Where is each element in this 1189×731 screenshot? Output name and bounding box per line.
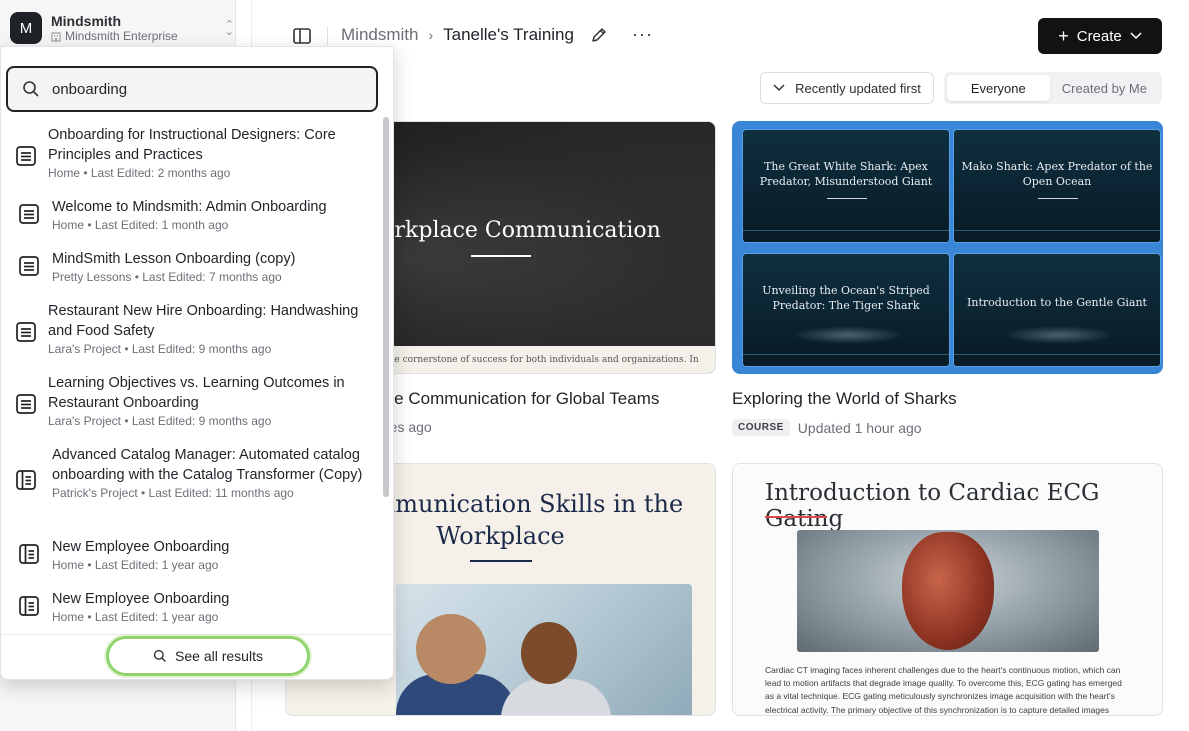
- result-title: Onboarding for Instructional Designers: …: [48, 127, 336, 163]
- create-button[interactable]: + Create: [1038, 18, 1162, 54]
- card-updated: Updated 1 hour ago: [797, 419, 922, 436]
- thumbnail-body: Cardiac CT imaging faces inherent challe…: [765, 665, 1122, 715]
- card-thumbnail: Introduction to Cardiac ECG Gating Cardi…: [732, 463, 1163, 716]
- content-card[interactable]: Introduction to Cardiac ECG Gating Cardi…: [732, 463, 1163, 716]
- lesson-icon: [16, 146, 36, 166]
- slide-title: The Great White Shark: Apex Predator, Mi…: [759, 160, 933, 188]
- chevron-right-icon: ›: [428, 27, 434, 43]
- see-all-label: See all results: [175, 648, 263, 664]
- content-card[interactable]: The Great White Shark: Apex Predator, Mi…: [732, 121, 1163, 436]
- search-icon: [23, 81, 39, 97]
- sort-dropdown[interactable]: Recently updated first: [760, 72, 934, 104]
- result-meta: Patrick's Project • Last Edited: 11 mont…: [52, 486, 294, 500]
- result-title: Welcome to Mindsmith: Admin Onboarding: [52, 199, 327, 215]
- card-title: place Communication for Global Teams: [363, 389, 660, 408]
- filter-created-by-me[interactable]: Created by Me: [1050, 75, 1159, 101]
- slide-preview: Introduction to the Gentle Giant: [953, 253, 1161, 367]
- card-thumbnail: The Great White Shark: Apex Predator, Mi…: [732, 121, 1163, 374]
- result-meta: Lara's Project • Last Edited: 9 months a…: [48, 342, 272, 356]
- pencil-icon[interactable]: [590, 26, 608, 44]
- heading-underline: [765, 516, 827, 518]
- more-options-icon[interactable]: ···: [632, 24, 653, 45]
- result-title: MindSmith Lesson Onboarding (copy): [52, 251, 296, 267]
- course-badge: COURSE: [732, 419, 790, 436]
- create-label: Create: [1076, 27, 1122, 45]
- sort-label: Recently updated first: [795, 80, 921, 96]
- lesson-icon: [16, 394, 36, 414]
- result-title: New Employee Onboarding: [52, 591, 230, 607]
- result-title: Restaurant New Hire Onboarding: Handwash…: [48, 303, 359, 339]
- result-meta: Pretty Lessons • Last Edited: 7 months a…: [52, 270, 282, 284]
- people-photo: [396, 584, 692, 715]
- sort-filter-bar: Recently updated first Everyone Created …: [760, 72, 1162, 104]
- search-dropdown: Onboarding for Instructional Designers: …: [0, 46, 394, 680]
- course-icon: [19, 544, 39, 564]
- card-meta: COURSE Updated 1 hour ago: [732, 419, 1163, 436]
- search-input[interactable]: [52, 80, 342, 98]
- course-icon: [19, 596, 39, 616]
- slide-preview: Mako Shark: Apex Predator of the Open Oc…: [953, 129, 1161, 243]
- chevron-down-icon: [773, 84, 785, 92]
- result-meta: Home • Last Edited: 1 year ago: [52, 610, 219, 624]
- slide-footer: [954, 354, 1160, 366]
- shark-image: [1004, 326, 1114, 344]
- app-window: M Mindsmith Mindsmith Enterprise ⌃ ⌄ Mind…: [0, 0, 1189, 731]
- card-meta: utes ago: [378, 419, 716, 435]
- card-title: Exploring the World of Sharks: [732, 389, 957, 408]
- heart-image: [797, 530, 1099, 652]
- slide-footer: [954, 230, 1160, 242]
- breadcrumb: Mindsmith › Tanelle's Training: [341, 25, 608, 45]
- lesson-icon: [19, 256, 39, 276]
- search-results: Onboarding for Instructional Designers: …: [1, 123, 381, 633]
- slide-preview: The Great White Shark: Apex Predator, Mi…: [742, 129, 950, 243]
- workspace-switcher[interactable]: M Mindsmith Mindsmith Enterprise ⌃ ⌄: [8, 10, 236, 46]
- chevron-down-icon: [1130, 32, 1142, 40]
- slide-underline: [827, 198, 867, 199]
- search-field[interactable]: [6, 66, 378, 112]
- divider: [1, 634, 393, 635]
- building-icon: [51, 32, 61, 42]
- result-meta: Home • Last Edited: 2 months ago: [48, 166, 231, 180]
- lesson-icon: [19, 204, 39, 224]
- slide-underline: [1038, 198, 1078, 199]
- slide-footer: [743, 354, 949, 366]
- owner-filter: Everyone Created by Me: [943, 72, 1162, 104]
- see-all-results-button[interactable]: See all results: [106, 636, 310, 676]
- thumbnail-heading: Introduction to Cardiac ECG Gating: [765, 480, 1100, 532]
- heading-underline: [471, 255, 531, 257]
- result-meta: Lara's Project • Last Edited: 9 months a…: [48, 414, 272, 428]
- workspace-plan: Mindsmith Enterprise: [65, 28, 178, 43]
- lesson-icon: [16, 322, 36, 342]
- divider: [327, 26, 328, 46]
- filter-everyone[interactable]: Everyone: [946, 75, 1050, 101]
- shark-image: [793, 326, 903, 344]
- slide-footer: [743, 230, 949, 242]
- breadcrumb-current: Tanelle's Training: [443, 25, 574, 44]
- sidebar-toggle-icon[interactable]: [292, 26, 312, 46]
- slide-title: Introduction to the Gentle Giant: [967, 296, 1147, 309]
- workspace-name: Mindsmith: [51, 12, 121, 29]
- result-title: Advanced Catalog Manager: Automated cata…: [52, 447, 363, 483]
- heading-underline: [470, 560, 532, 562]
- slide-title: Mako Shark: Apex Predator of the Open Oc…: [961, 160, 1153, 188]
- slide-preview: Unveiling the Ocean's Striped Predator: …: [742, 253, 950, 367]
- result-meta: Home • Last Edited: 1 year ago: [52, 558, 219, 572]
- slide-title: Unveiling the Ocean's Striped Predator: …: [762, 284, 930, 312]
- breadcrumb-root[interactable]: Mindsmith: [341, 25, 418, 45]
- result-title: New Employee Onboarding: [52, 539, 230, 555]
- chevron-up-down-icon: ⌃ ⌄: [224, 19, 234, 38]
- result-meta: Home • Last Edited: 1 month ago: [52, 218, 229, 232]
- plus-icon: +: [1058, 25, 1069, 46]
- workspace-avatar: M: [10, 12, 42, 44]
- results-scrollbar[interactable]: [383, 117, 389, 497]
- course-icon: [16, 470, 36, 490]
- result-title: Learning Objectives vs. Learning Outcome…: [48, 375, 345, 411]
- search-icon: [153, 649, 166, 662]
